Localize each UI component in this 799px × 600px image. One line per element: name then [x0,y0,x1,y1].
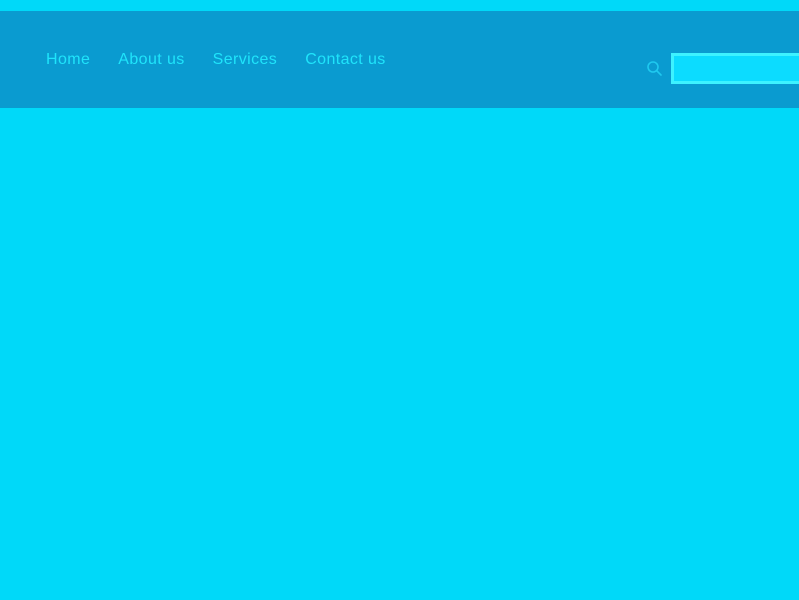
search-input[interactable] [671,53,799,84]
main-navigation-bar: Home About us Services Contact us [0,11,799,108]
nav-link-contact-us[interactable]: Contact us [305,45,385,75]
nav-item-home: Home [46,45,118,75]
nav-link-home[interactable]: Home [46,45,90,75]
nav-item-contact-us: Contact us [305,45,413,75]
nav-item-services: Services [213,45,306,75]
top-accent-strip [0,0,799,11]
search-icon[interactable] [645,59,665,79]
nav-link-list: Home About us Services Contact us [46,11,414,108]
page-root: Home About us Services Contact us [0,0,799,600]
nav-link-about-us[interactable]: About us [118,45,184,75]
main-content-area [0,108,799,600]
nav-link-services[interactable]: Services [213,45,278,75]
nav-item-about-us: About us [118,45,212,75]
search-area [645,53,799,84]
